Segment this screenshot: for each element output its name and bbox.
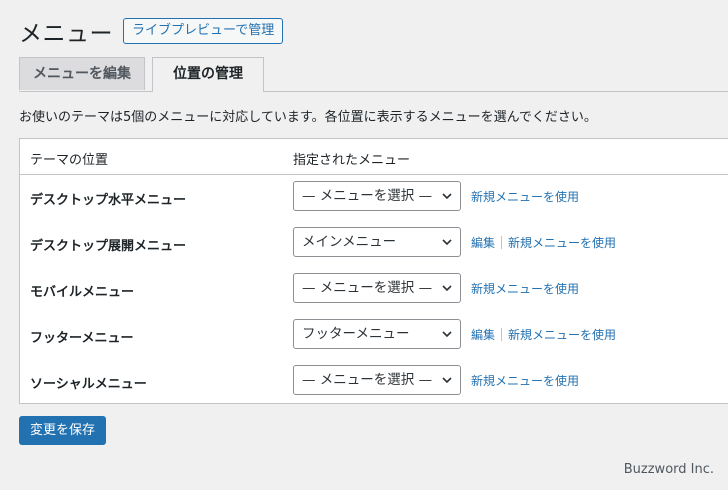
manage-live-preview-button[interactable]: ライブプレビューで管理 xyxy=(123,18,284,44)
link-separator xyxy=(501,328,503,341)
watermark: Buzzword Inc. xyxy=(623,462,714,477)
use-new-menu-link[interactable]: 新規メニューを使用 xyxy=(471,374,579,388)
column-header-location: テーマの位置 xyxy=(30,153,109,168)
nav-tabs: メニューを編集 位置の管理 xyxy=(19,57,728,92)
column-header-menu: 指定されたメニュー xyxy=(293,153,411,168)
chevron-down-icon xyxy=(442,193,452,200)
location-label: モバイルメニュー xyxy=(30,285,135,300)
table-row: フッターメニュー フッターメニュー 編集 新規メニューを使用 xyxy=(20,314,728,354)
row-actions: 編集 新規メニューを使用 xyxy=(471,326,616,343)
location-label: デスクトップ展開メニュー xyxy=(30,239,187,254)
tab-edit-menus[interactable]: メニューを編集 xyxy=(19,57,145,90)
menu-select-value: フッターメニュー xyxy=(302,326,410,342)
tab-manage-locations[interactable]: 位置の管理 xyxy=(152,57,264,92)
use-new-menu-link[interactable]: 新規メニューを使用 xyxy=(471,190,579,204)
table-row: デスクトップ水平メニュー — メニューを選択 — 新規メニューを使用 xyxy=(20,176,728,216)
link-separator xyxy=(501,236,503,249)
menu-select[interactable]: フッターメニュー xyxy=(293,319,461,349)
table-row: デスクトップ展開メニュー メインメニュー 編集 新規メニューを使用 xyxy=(20,222,728,262)
table-header: テーマの位置 指定されたメニュー xyxy=(20,139,728,175)
menu-select[interactable]: — メニューを選択 — xyxy=(293,273,461,303)
menu-select-value: — メニューを選択 — xyxy=(302,280,433,296)
table-row: ソーシャルメニュー — メニューを選択 — 新規メニューを使用 xyxy=(20,360,728,400)
menu-select-value: メインメニュー xyxy=(302,234,397,250)
page-header: メニュー ライブプレビューで管理 xyxy=(19,14,284,48)
menu-select[interactable]: — メニューを選択 — xyxy=(293,181,461,211)
menu-select[interactable]: — メニューを選択 — xyxy=(293,365,461,395)
edit-menu-link[interactable]: 編集 xyxy=(471,236,495,250)
locations-description: お使いのテーマは5個のメニューに対応しています。各位置に表示するメニューを選んで… xyxy=(19,110,597,125)
save-changes-button[interactable]: 変更を保存 xyxy=(19,416,106,445)
use-new-menu-link[interactable]: 新規メニューを使用 xyxy=(508,328,616,342)
row-actions: 新規メニューを使用 xyxy=(471,188,579,205)
location-label: フッターメニュー xyxy=(30,331,134,346)
chevron-down-icon xyxy=(442,331,452,338)
location-label: ソーシャルメニュー xyxy=(30,377,147,392)
page-title: メニュー xyxy=(19,21,113,47)
menu-select-value: — メニューを選択 — xyxy=(302,372,433,388)
row-actions: 編集 新規メニューを使用 xyxy=(471,234,616,251)
row-actions: 新規メニューを使用 xyxy=(471,372,579,389)
row-actions: 新規メニューを使用 xyxy=(471,280,579,297)
chevron-down-icon xyxy=(442,285,452,292)
chevron-down-icon xyxy=(442,239,452,246)
menu-select[interactable]: メインメニュー xyxy=(293,227,461,257)
edit-menu-link[interactable]: 編集 xyxy=(471,328,495,342)
menu-select-value: — メニューを選択 — xyxy=(302,188,433,204)
use-new-menu-link[interactable]: 新規メニューを使用 xyxy=(471,282,579,296)
menu-locations-table: テーマの位置 指定されたメニュー デスクトップ水平メニュー — メニューを選択 … xyxy=(19,138,728,404)
table-row: モバイルメニュー — メニューを選択 — 新規メニューを使用 xyxy=(20,268,728,308)
location-label: デスクトップ水平メニュー xyxy=(30,193,187,208)
chevron-down-icon xyxy=(442,377,452,384)
use-new-menu-link[interactable]: 新規メニューを使用 xyxy=(508,236,616,250)
